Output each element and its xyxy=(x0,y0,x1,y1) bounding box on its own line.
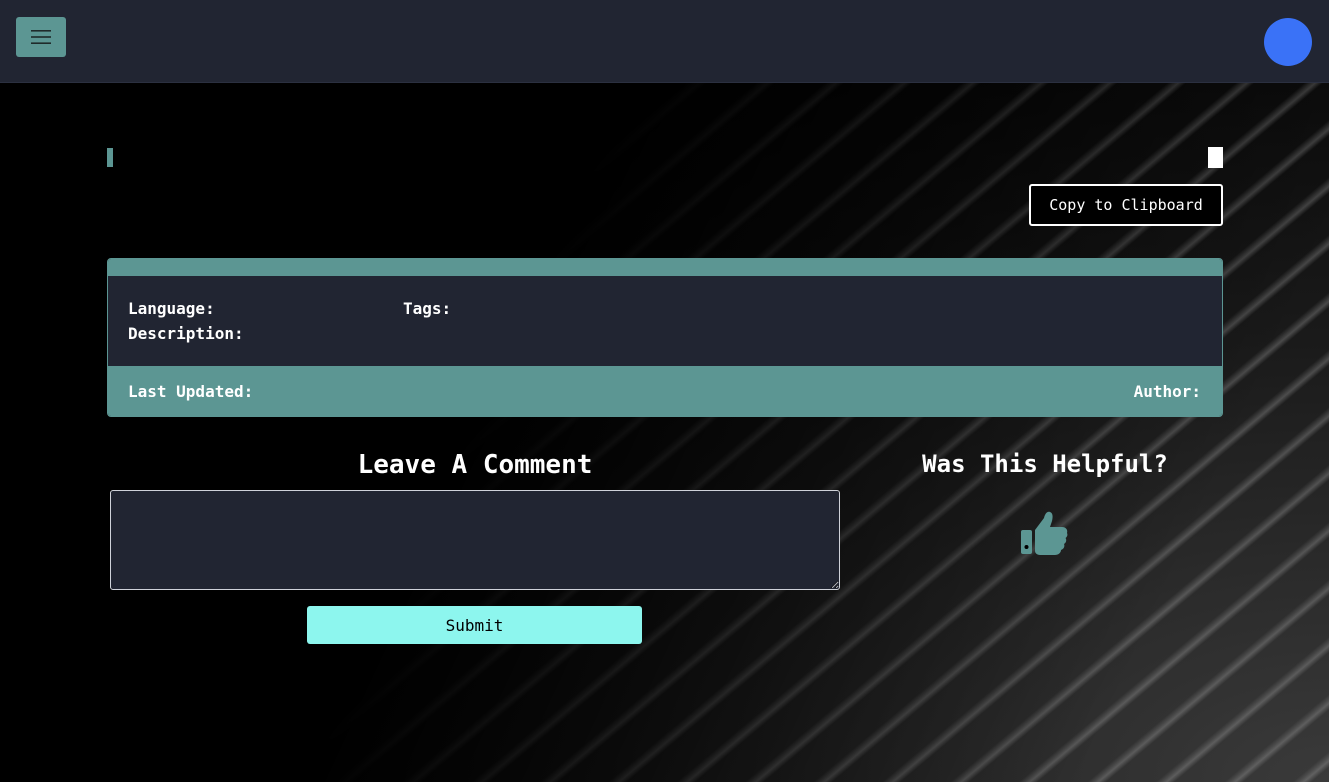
menu-button[interactable] xyxy=(16,17,66,57)
card-footer: Last Updated: Author: xyxy=(108,366,1222,416)
last-updated-label: Last Updated: xyxy=(128,381,254,401)
submit-comment-button[interactable]: Submit xyxy=(307,606,642,644)
comment-input[interactable] xyxy=(110,490,840,590)
card-header-bar xyxy=(108,259,1222,276)
copy-to-clipboard-button[interactable]: Copy to Clipboard xyxy=(1029,184,1223,226)
language-label: Language: xyxy=(128,299,215,318)
card-body: Language: Tags: Description: xyxy=(108,276,1222,367)
thumbs-up-icon[interactable] xyxy=(1020,510,1068,556)
snippet-title-accent xyxy=(107,148,113,167)
description-label: Description: xyxy=(128,324,244,343)
tags-label: Tags: xyxy=(403,299,452,318)
top-navbar xyxy=(0,0,1329,83)
snippet-meta-card: Language: Tags: Description: Last Update… xyxy=(107,258,1223,417)
comment-heading: Leave A Comment xyxy=(357,450,593,480)
hamburger-icon xyxy=(31,30,51,44)
avatar[interactable] xyxy=(1264,18,1312,66)
helpful-heading: Was This Helpful? xyxy=(922,450,1168,478)
author-label: Author: xyxy=(1133,381,1201,401)
copy-icon[interactable] xyxy=(1208,147,1223,168)
